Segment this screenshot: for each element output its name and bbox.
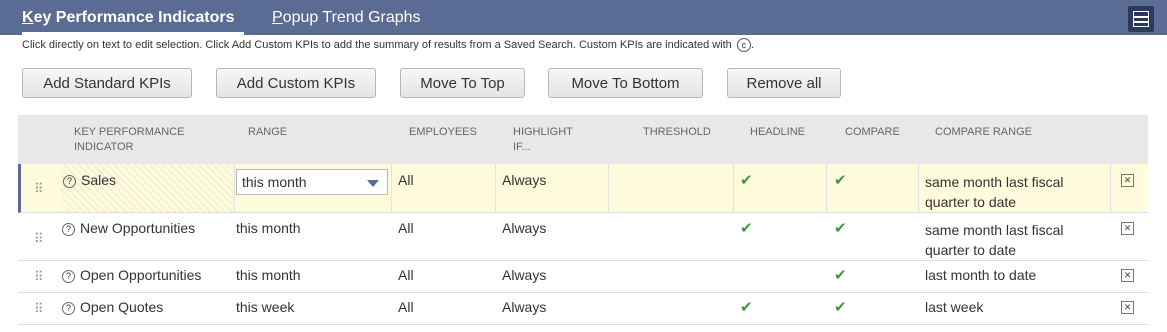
move-to-bottom-button[interactable]: Move To Bottom bbox=[548, 68, 703, 98]
range-value[interactable]: this month bbox=[236, 220, 301, 236]
help-icon[interactable]: ? bbox=[62, 302, 75, 315]
col-employees-header: EMPLOYEES bbox=[409, 126, 477, 138]
compare-range-line2: quarter to date bbox=[925, 194, 1017, 210]
highlight-value[interactable]: Always bbox=[502, 172, 546, 188]
instructions-label: Click directly on text to edit selection… bbox=[22, 38, 732, 51]
range-value[interactable]: this week bbox=[236, 299, 294, 315]
compare-range-line1: same month last fiscal bbox=[925, 222, 1064, 238]
compare-range-value[interactable]: same month last fiscal quarter to date bbox=[925, 220, 1064, 260]
kpi-name[interactable]: ? New Opportunities bbox=[62, 220, 195, 236]
col-kpi-header-line2: INDICATOR bbox=[74, 141, 134, 153]
drag-handle-icon[interactable]: ⠿ bbox=[34, 231, 43, 247]
highlight-value[interactable]: Always bbox=[502, 220, 546, 236]
kpi-name[interactable]: ? Open Opportunities bbox=[62, 267, 201, 283]
column-divider bbox=[608, 164, 609, 212]
employees-value[interactable]: All bbox=[398, 299, 414, 315]
drag-handle-icon[interactable]: ⠿ bbox=[34, 301, 43, 317]
compare-check-icon[interactable]: ✔ bbox=[834, 219, 847, 237]
kpi-label: New Opportunities bbox=[80, 220, 196, 236]
column-divider bbox=[918, 164, 919, 212]
tab-bar: Key Performance Indicators Popup Trend G… bbox=[0, 0, 1167, 35]
compare-check-icon[interactable]: ✔ bbox=[834, 266, 847, 284]
column-divider bbox=[826, 164, 827, 212]
kpi-name[interactable]: ? Open Quotes bbox=[62, 299, 163, 315]
employees-value[interactable]: All bbox=[398, 267, 414, 283]
list-icon-line bbox=[1133, 16, 1149, 18]
table-row[interactable]: ⠿ ? Open Opportunities this month All Alw… bbox=[18, 261, 1148, 293]
delete-row-icon[interactable]: ✕ bbox=[1121, 174, 1134, 187]
compare-range-value[interactable]: last month to date bbox=[925, 267, 1036, 283]
table-row[interactable]: ⠿ ? New Opportunities this month All Alwa… bbox=[18, 214, 1148, 261]
add-standard-kpis-button[interactable]: Add Standard KPIs bbox=[22, 68, 192, 98]
col-highlight-header: HIGHLIGHT IF... bbox=[513, 125, 573, 155]
remove-all-button[interactable]: Remove all bbox=[727, 68, 841, 98]
col-highlight-header-line1: HIGHLIGHT bbox=[513, 126, 573, 138]
col-kpi-header: KEY PERFORMANCE INDICATOR bbox=[74, 125, 184, 155]
add-custom-kpis-button[interactable]: Add Custom KPIs bbox=[216, 68, 376, 98]
help-icon[interactable]: ? bbox=[62, 270, 75, 283]
instructions-suffix: . bbox=[750, 38, 754, 51]
compare-check-icon[interactable]: ✔ bbox=[834, 298, 847, 316]
column-divider bbox=[234, 164, 235, 212]
kpi-name[interactable]: ? Sales bbox=[63, 172, 116, 188]
custom-kpi-icon: c bbox=[736, 38, 751, 52]
column-divider bbox=[495, 164, 496, 212]
drag-handle-icon[interactable]: ⠿ bbox=[34, 181, 43, 197]
col-kpi-header-line1: KEY PERFORMANCE bbox=[74, 126, 185, 138]
column-divider bbox=[733, 164, 734, 212]
tab-kpi-accesskey: K bbox=[22, 9, 34, 26]
active-tab-indicator bbox=[22, 32, 244, 35]
compare-check-icon[interactable]: ✔ bbox=[834, 171, 847, 189]
delete-row-icon[interactable]: ✕ bbox=[1121, 222, 1134, 235]
help-icon[interactable]: ? bbox=[62, 223, 75, 236]
employees-value[interactable]: All bbox=[398, 220, 414, 236]
kpi-label: Sales bbox=[81, 172, 117, 188]
delete-row-icon[interactable]: ✕ bbox=[1121, 301, 1134, 314]
instructions-text: Click directly on text to edit selection… bbox=[22, 38, 754, 52]
headline-check-icon[interactable]: ✔ bbox=[740, 298, 753, 316]
list-icon bbox=[1133, 11, 1149, 27]
headline-check-icon[interactable]: ✔ bbox=[740, 219, 753, 237]
tab-key-performance-indicators[interactable]: Key Performance Indicators bbox=[22, 9, 235, 27]
range-select[interactable]: this month bbox=[236, 169, 388, 195]
col-threshold-header: THRESHOLD bbox=[643, 126, 711, 138]
tab-popup-accesskey: P bbox=[272, 9, 283, 26]
column-divider bbox=[391, 164, 392, 212]
chevron-down-icon bbox=[367, 180, 379, 187]
tab-popup-label: opup Trend Graphs bbox=[282, 9, 421, 26]
compare-range-line2: quarter to date bbox=[925, 242, 1017, 258]
table-row[interactable]: ⠿ ? Sales this month All Always ✔ ✔ same … bbox=[18, 164, 1148, 213]
col-highlight-header-line2: IF... bbox=[513, 141, 531, 153]
col-range-header: RANGE bbox=[248, 126, 288, 138]
col-headline-header: HEADLINE bbox=[750, 126, 806, 138]
table-row[interactable]: ⠿ ? Open Quotes this week All Always ✔ ✔ … bbox=[18, 293, 1148, 325]
compare-range-value[interactable]: same month last fiscal quarter to date bbox=[925, 172, 1064, 212]
drag-handle-icon[interactable]: ⠿ bbox=[34, 269, 43, 285]
highlight-value[interactable]: Always bbox=[502, 299, 546, 315]
range-value[interactable]: this month bbox=[236, 267, 301, 283]
column-divider bbox=[1110, 164, 1111, 212]
help-icon[interactable]: ? bbox=[63, 175, 76, 188]
layout-menu-button[interactable] bbox=[1128, 6, 1154, 32]
delete-row-icon[interactable]: ✕ bbox=[1121, 269, 1134, 282]
tab-popup-trend-graphs[interactable]: Popup Trend Graphs bbox=[272, 9, 421, 27]
table-header: KEY PERFORMANCE INDICATOR RANGE EMPLOYEES… bbox=[18, 115, 1148, 164]
compare-range-line1: same month last fiscal bbox=[925, 174, 1064, 190]
col-compare-range-header: COMPARE RANGE bbox=[935, 126, 1032, 138]
employees-value[interactable]: All bbox=[398, 172, 414, 188]
kpi-label: Open Opportunities bbox=[80, 267, 202, 283]
highlight-value[interactable]: Always bbox=[502, 267, 546, 283]
range-select-value: this month bbox=[242, 174, 307, 190]
col-compare-header: COMPARE bbox=[845, 126, 900, 138]
compare-range-value[interactable]: last week bbox=[925, 299, 983, 315]
headline-check-icon[interactable]: ✔ bbox=[740, 171, 753, 189]
kpi-label: Open Quotes bbox=[80, 299, 164, 315]
move-to-top-button[interactable]: Move To Top bbox=[400, 68, 525, 98]
tab-kpi-label: ey Performance Indicators bbox=[33, 9, 235, 26]
list-icon-line bbox=[1133, 21, 1149, 23]
